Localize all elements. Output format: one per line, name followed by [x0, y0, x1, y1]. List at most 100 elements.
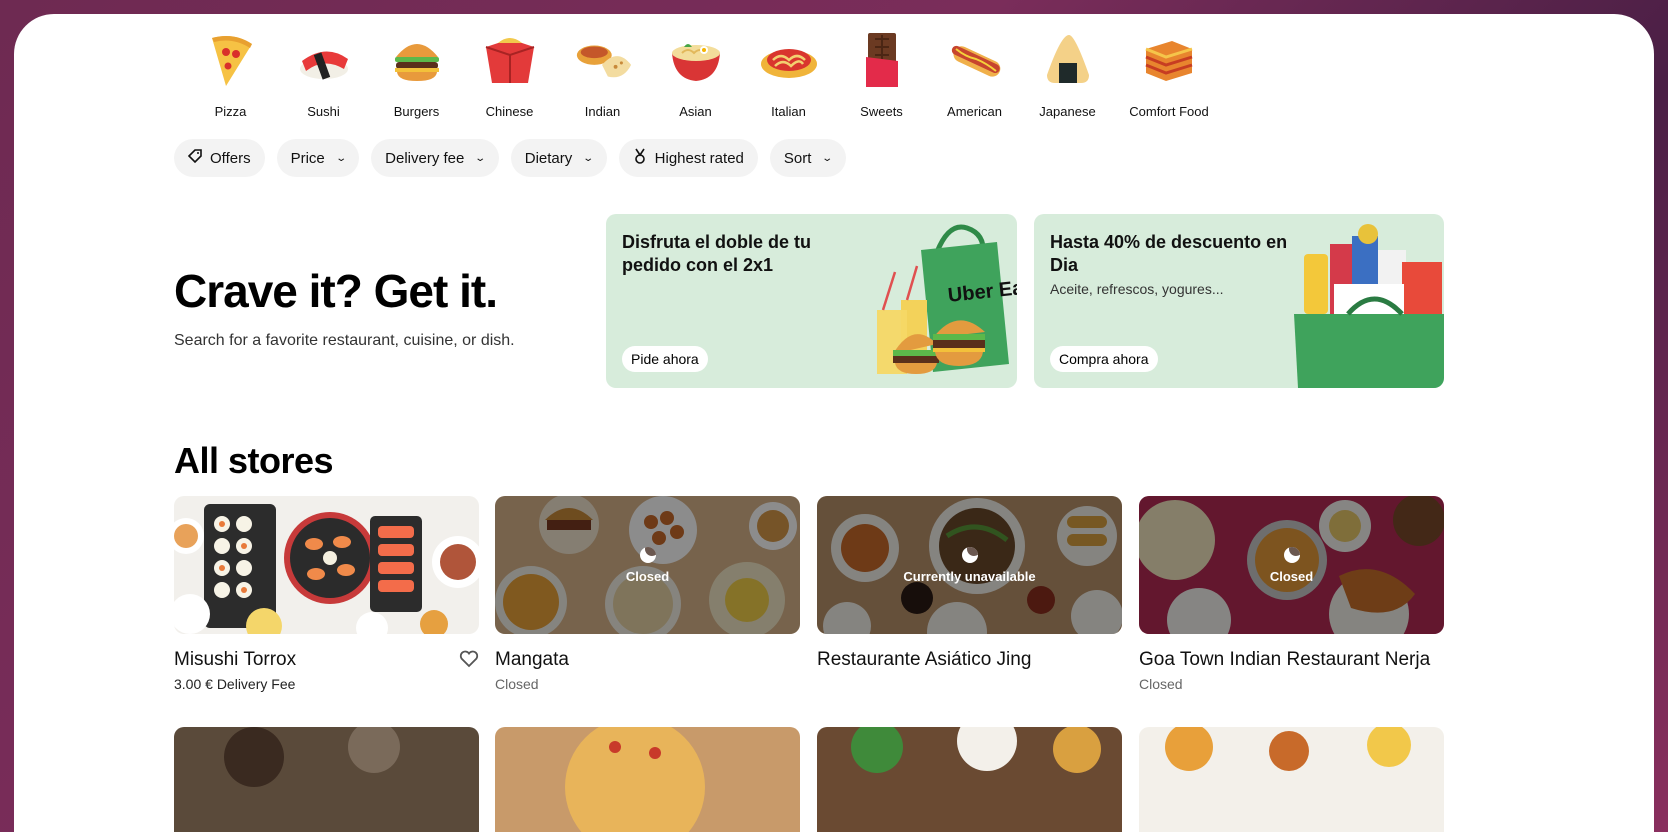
lasagna-icon: [1139, 30, 1199, 90]
store-status-label: Currently unavailable: [903, 568, 1036, 584]
store-status-text: Closed: [495, 676, 539, 692]
promo-title: Hasta 40% de descuento en Dia: [1050, 232, 1288, 275]
category-label: Japanese: [1039, 104, 1096, 119]
chocolate-icon: [852, 30, 912, 90]
filter-label: Delivery fee: [385, 149, 465, 167]
store-image[interactable]: [817, 727, 1122, 832]
category-carousel: Pizza Sushi Burgers Chinese Indian Asian…: [184, 30, 1224, 119]
hotdog-icon: [945, 30, 1005, 90]
store-image[interactable]: Closed: [495, 496, 800, 634]
filter-sort[interactable]: Sort ⌄: [769, 139, 846, 177]
category-label: Sweets: [860, 104, 903, 119]
pizza-photo: [495, 727, 800, 832]
store-image[interactable]: Currently unavailable: [817, 496, 1122, 634]
category-pizza[interactable]: Pizza: [184, 30, 277, 119]
store-photo: [174, 727, 479, 832]
promo-cta-button[interactable]: Pide ahora: [622, 346, 708, 372]
category-label: Comfort Food: [1129, 104, 1209, 119]
promo-cta-button[interactable]: Compra ahora: [1050, 346, 1158, 372]
burger-icon: [387, 30, 447, 90]
filter-label: Sort: [783, 149, 812, 167]
category-chinese[interactable]: Chinese: [463, 30, 556, 119]
closed-overlay: Closed: [495, 496, 800, 634]
chevron-down-icon: ⌄: [821, 152, 834, 164]
category-burgers[interactable]: Burgers: [370, 30, 463, 119]
store-photo: [1139, 727, 1444, 832]
category-label: Pizza: [214, 104, 247, 119]
store-card[interactable]: [174, 727, 479, 832]
store-card[interactable]: Closed Mangata Closed: [495, 496, 800, 692]
store-card[interactable]: Misushi Torrox 3.00 € Delivery Fee: [174, 496, 479, 692]
medal-icon: [633, 148, 647, 168]
store-card[interactable]: Closed Goa Town Indian Restaurant Nerja …: [1139, 496, 1444, 692]
filter-bar: Offers Price ⌄ Delivery fee ⌄ Dietary ⌄ …: [174, 139, 846, 177]
store-name[interactable]: Misushi Torrox: [174, 649, 479, 671]
category-label: Chinese: [485, 104, 534, 119]
filter-price[interactable]: Price ⌄: [276, 139, 360, 177]
noodle-bowl-icon: [666, 30, 726, 90]
store-card[interactable]: Currently unavailable Restaurante Asiáti…: [817, 496, 1122, 671]
store-card[interactable]: [817, 727, 1122, 832]
takeout-box-icon: [480, 30, 540, 90]
browser-window: Pizza Sushi Burgers Chinese Indian Asian…: [14, 14, 1654, 832]
category-indian[interactable]: Indian: [556, 30, 649, 119]
category-comfort-food[interactable]: Comfort Food: [1114, 30, 1224, 119]
store-image[interactable]: [495, 727, 800, 832]
category-label: Burgers: [393, 104, 440, 119]
store-delivery-fee: 3.00 € Delivery Fee: [174, 676, 296, 692]
category-sweets[interactable]: Sweets: [835, 30, 928, 119]
section-title-all-stores: All stores: [174, 440, 334, 481]
category-japanese[interactable]: Japanese: [1021, 30, 1114, 119]
store-image[interactable]: [174, 727, 479, 832]
category-label: American: [947, 104, 1002, 119]
store-image[interactable]: [174, 496, 479, 634]
category-sushi[interactable]: Sushi: [277, 30, 370, 119]
category-american[interactable]: American: [928, 30, 1021, 119]
promo-subtitle: Aceite, refrescos, yogures...: [1050, 281, 1224, 297]
category-asian[interactable]: Asian: [649, 30, 742, 119]
category-label: Asian: [679, 104, 712, 119]
store-name[interactable]: Goa Town Indian Restaurant Nerja: [1139, 649, 1444, 671]
curry-icon: [573, 30, 633, 90]
chevron-down-icon: ⌄: [335, 152, 347, 164]
onigiri-icon: [1038, 30, 1098, 90]
store-name[interactable]: Mangata: [495, 649, 800, 671]
uber-eats-bag-illustration: Uber Eats: [877, 224, 1017, 374]
sushi-platter-photo: [174, 496, 479, 634]
store-image[interactable]: [1139, 727, 1444, 832]
spaghetti-icon: [759, 30, 819, 90]
store-status-text: Closed: [1139, 676, 1183, 692]
chevron-down-icon: ⌄: [474, 152, 487, 164]
hero-title: Crave it? Get it.: [174, 265, 498, 317]
chevron-down-icon: ⌄: [582, 152, 595, 164]
store-status-label: Closed: [625, 568, 670, 584]
store-status-label: Closed: [1269, 568, 1314, 584]
tag-icon: [187, 149, 202, 167]
store-name[interactable]: Restaurante Asiático Jing: [817, 649, 1122, 671]
category-label: Indian: [584, 104, 621, 119]
promo-banner-dia[interactable]: Hasta 40% de descuento en Dia Aceite, re…: [1034, 214, 1444, 388]
store-card[interactable]: [495, 727, 800, 832]
filter-label: Price: [290, 149, 325, 167]
moon-icon: [639, 546, 656, 563]
sushi-icon: [294, 30, 354, 90]
pizza-icon: [201, 30, 261, 90]
filter-highest-rated[interactable]: Highest rated: [618, 139, 758, 177]
grocery-bag-illustration: [1294, 224, 1444, 388]
unavailable-overlay: Currently unavailable: [817, 496, 1122, 634]
store-photo: [817, 727, 1122, 832]
closed-overlay: Closed: [1139, 496, 1444, 634]
store-card[interactable]: [1139, 727, 1444, 832]
moon-icon: [1283, 546, 1300, 563]
promo-banner-2x1[interactable]: Disfruta el doble de tu pedido con el 2x…: [606, 214, 1017, 388]
filter-dietary[interactable]: Dietary ⌄: [510, 139, 607, 177]
filter-offers[interactable]: Offers: [174, 139, 265, 177]
category-label: Italian: [771, 104, 806, 119]
filter-label: Dietary: [524, 149, 573, 167]
category-italian[interactable]: Italian: [742, 30, 835, 119]
favorite-heart-icon[interactable]: [459, 650, 479, 673]
store-image[interactable]: Closed: [1139, 496, 1444, 634]
filter-label: Highest rated: [654, 149, 744, 167]
filter-delivery-fee[interactable]: Delivery fee ⌄: [371, 139, 499, 177]
category-label: Sushi: [307, 104, 340, 119]
